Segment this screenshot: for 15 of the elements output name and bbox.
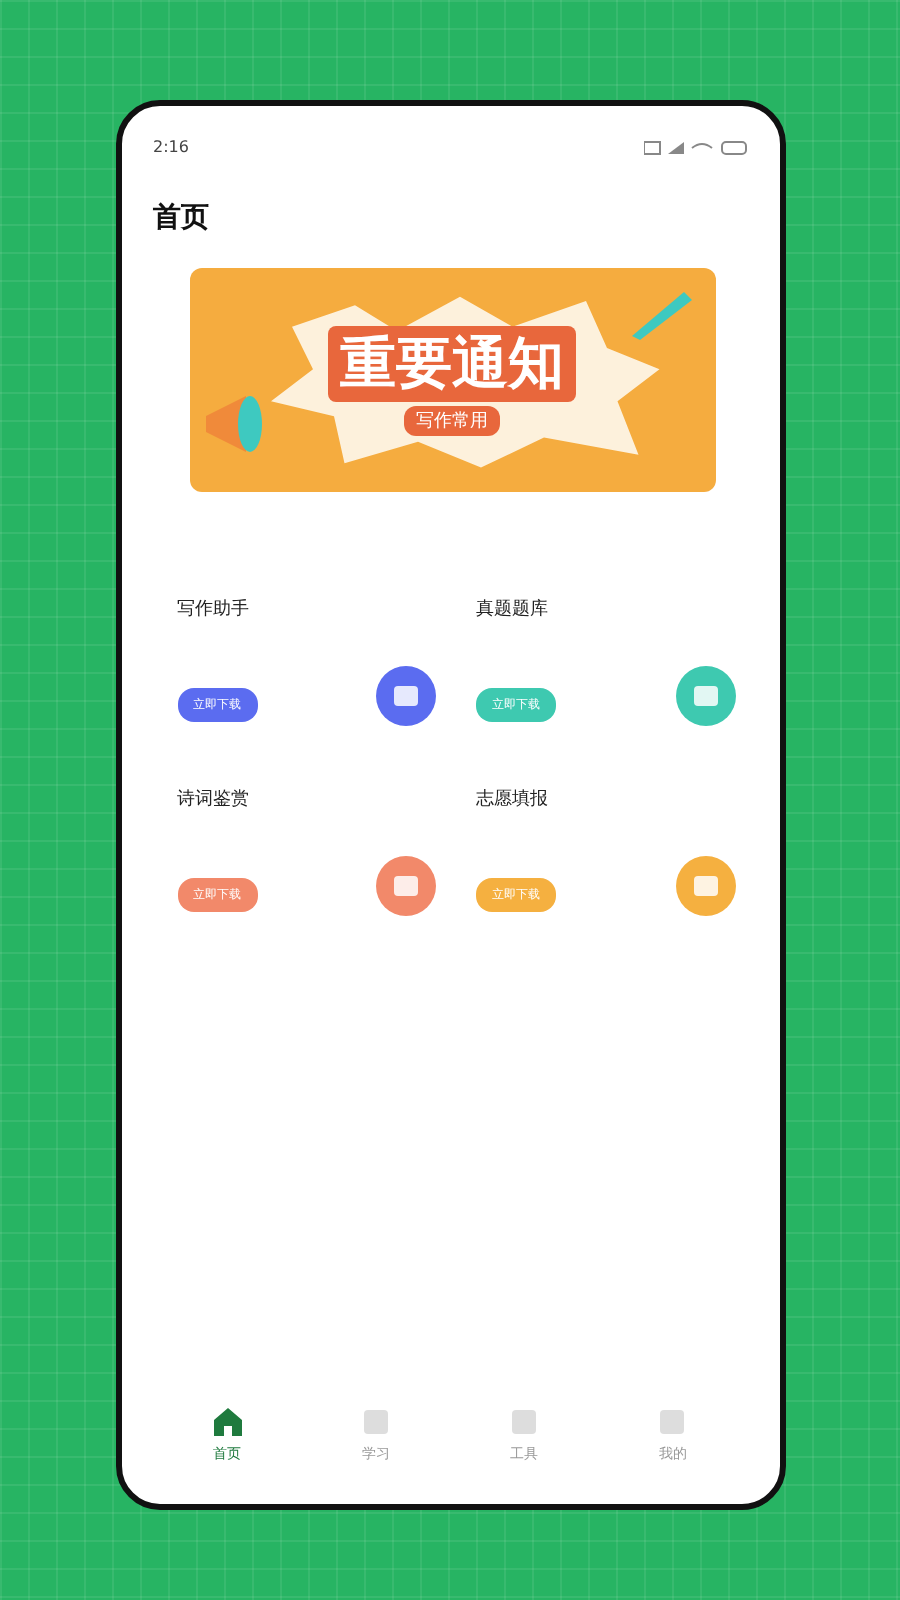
feature-icon: [675, 666, 735, 726]
notice-banner[interactable]: 重要通知 写作常用: [189, 268, 715, 492]
page-title: 首页: [153, 200, 211, 236]
tab-icon: [209, 1404, 246, 1440]
feature-icon: [376, 856, 436, 916]
feature-title: 志愿填报: [476, 787, 550, 812]
status-time: 2:16: [153, 138, 189, 156]
feature-title: 写作助手: [177, 597, 251, 622]
feature-icon: [675, 856, 735, 916]
feature-title: 诗词鉴赏: [177, 787, 251, 812]
feature-icon: [376, 666, 436, 726]
status-icons: [643, 139, 747, 155]
banner-title: 重要通知: [328, 325, 576, 401]
feature-title: 真题题库: [476, 597, 550, 622]
banner-subtitle: 写作常用: [404, 405, 500, 435]
